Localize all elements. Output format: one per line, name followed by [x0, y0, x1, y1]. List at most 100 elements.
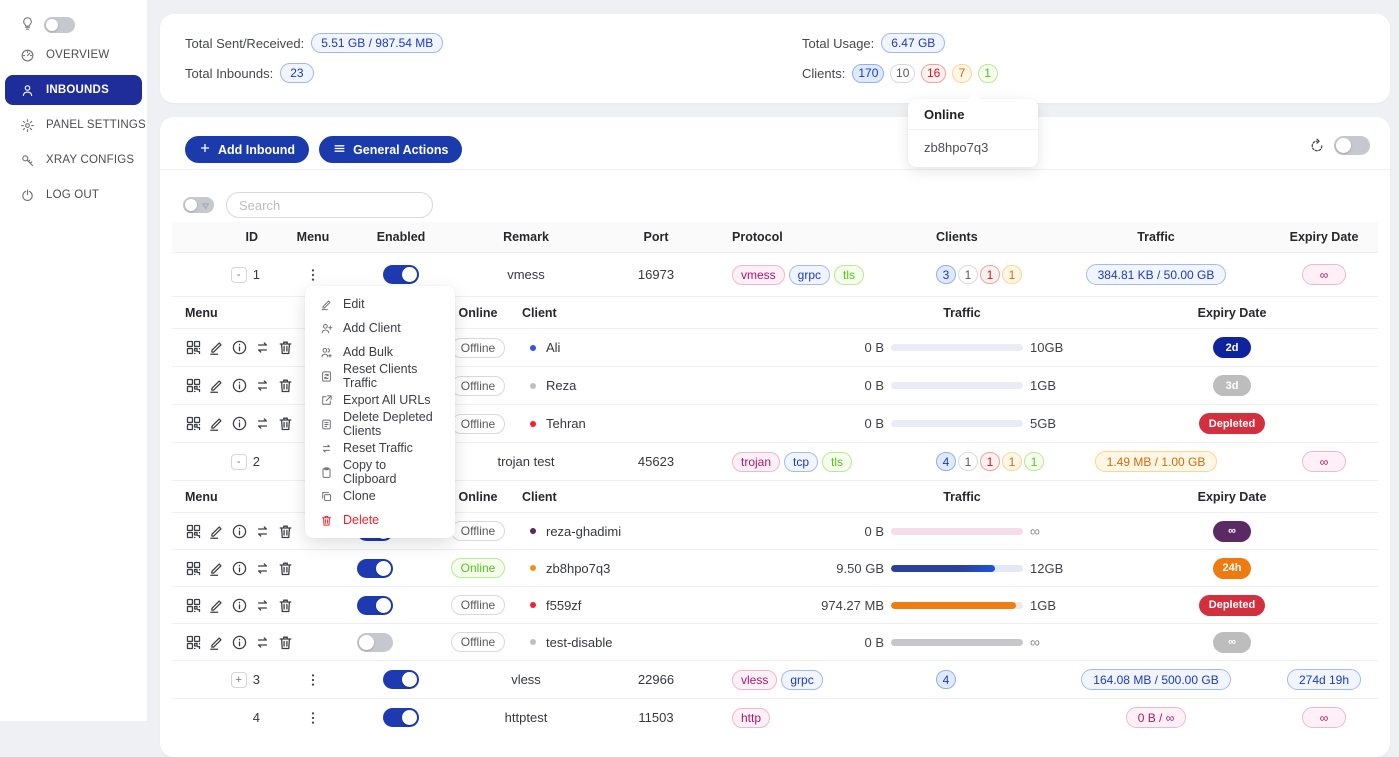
client-status-badge: Offline — [451, 338, 505, 358]
menu-item-export-all-urls[interactable]: Export All URLs — [305, 388, 455, 412]
auto-refresh-toggle[interactable] — [1334, 136, 1370, 155]
client-swap-button[interactable] — [254, 377, 271, 394]
client-qrcode-button[interactable] — [185, 415, 202, 432]
client-qrcode-button[interactable] — [185, 339, 202, 356]
client-count-badge[interactable]: 4 — [936, 670, 956, 689]
client-trash-button[interactable] — [277, 415, 294, 432]
menu-item-edit[interactable]: Edit — [305, 292, 455, 316]
client-qrcode-button[interactable] — [185, 597, 202, 614]
trash-icon — [277, 634, 294, 651]
enabled-toggle[interactable] — [357, 596, 393, 615]
menu-item-clone[interactable]: Clone — [305, 484, 455, 508]
client-color-dot — [530, 528, 536, 534]
client-count-badge[interactable]: 1 — [978, 64, 998, 83]
swap-icon — [254, 339, 271, 356]
menu-item-add-bulk[interactable]: Add Bulk — [305, 340, 455, 364]
client-swap-button[interactable] — [254, 560, 271, 577]
client-count-badge[interactable]: 10 — [890, 64, 915, 83]
dark-mode-toggle[interactable] — [44, 17, 75, 33]
sidebar-item-xray-configs[interactable]: XRAY CONFIGS — [0, 145, 147, 175]
enabled-toggle[interactable] — [357, 633, 393, 652]
dots-icon — [305, 710, 321, 726]
client-swap-button[interactable] — [254, 634, 271, 651]
client-info-button[interactable] — [231, 339, 248, 356]
client-count-badge[interactable]: 7 — [952, 64, 972, 83]
enabled-toggle[interactable] — [357, 559, 393, 578]
client-count-badge[interactable]: 1 — [958, 452, 978, 471]
client-swap-button[interactable] — [254, 523, 271, 540]
client-count-badge[interactable]: 1 — [1024, 452, 1044, 471]
client-pencil-button[interactable] — [208, 339, 225, 356]
menu-item-copy-to-clipboard[interactable]: Copy to Clipboard — [305, 460, 455, 484]
client-count-badge[interactable]: 4 — [936, 452, 956, 471]
client-swap-button[interactable] — [254, 415, 271, 432]
expand-toggle-button[interactable]: - — [231, 454, 247, 470]
client-swap-button[interactable] — [254, 339, 271, 356]
client-color-dot — [530, 602, 536, 608]
inbound-menu-button[interactable] — [305, 267, 321, 283]
expand-toggle-button[interactable]: + — [231, 672, 247, 688]
client-qrcode-button[interactable] — [185, 560, 202, 577]
protocol-tag: tls — [822, 452, 852, 472]
client-count-badge[interactable]: 1 — [980, 452, 1000, 471]
client-info-button[interactable] — [231, 377, 248, 394]
client-count-badge[interactable]: 16 — [921, 64, 946, 83]
client-info-button[interactable] — [231, 415, 248, 432]
client-count-badge[interactable]: 1 — [980, 265, 1000, 284]
inbound-port: 22966 — [596, 672, 716, 687]
menu-item-delete[interactable]: Delete — [305, 508, 455, 532]
client-count-badge[interactable]: 1 — [1002, 452, 1022, 471]
enabled-toggle[interactable] — [383, 708, 419, 727]
client-pencil-button[interactable] — [208, 634, 225, 651]
client-pencil-button[interactable] — [208, 560, 225, 577]
client-trash-button[interactable] — [277, 560, 294, 577]
enabled-toggle[interactable] — [383, 265, 419, 284]
client-trash-button[interactable] — [277, 597, 294, 614]
client-count-badge[interactable]: 1 — [958, 265, 978, 284]
menu-item-add-client[interactable]: Add Client — [305, 316, 455, 340]
client-info-button[interactable] — [231, 634, 248, 651]
expand-toggle-button[interactable]: - — [231, 267, 247, 283]
key-icon — [20, 153, 35, 168]
client-pencil-button[interactable] — [208, 597, 225, 614]
client-count-badge[interactable]: 1 — [1002, 265, 1022, 284]
client-actions — [172, 377, 310, 394]
inbound-menu-button[interactable] — [305, 710, 321, 726]
client-info-button[interactable] — [231, 523, 248, 540]
client-swap-button[interactable] — [254, 597, 271, 614]
client-status-badge: Offline — [451, 632, 505, 652]
client-trash-button[interactable] — [277, 377, 294, 394]
sidebar-item-inbounds[interactable]: INBOUNDS — [5, 75, 142, 105]
client-qrcode-button[interactable] — [185, 377, 202, 394]
client-trash-button[interactable] — [277, 523, 294, 540]
client-qrcode-button[interactable] — [185, 523, 202, 540]
sidebar-item-panel-settings[interactable]: PANEL SETTINGS — [0, 110, 147, 140]
general-actions-button[interactable]: General Actions — [319, 136, 462, 163]
hamburger-icon — [333, 142, 346, 158]
filter-toggle[interactable] — [183, 197, 214, 213]
client-count-badge[interactable]: 3 — [936, 265, 956, 284]
inbound-menu-button[interactable] — [305, 672, 321, 688]
client-pencil-button[interactable] — [208, 415, 225, 432]
sidebar-item-log-out[interactable]: LOG OUT — [0, 180, 147, 210]
client-count-badge[interactable]: 170 — [852, 64, 884, 83]
search-input[interactable] — [226, 192, 433, 218]
delete-list-icon — [320, 418, 333, 431]
trash-icon — [277, 523, 294, 540]
client-info-button[interactable] — [231, 597, 248, 614]
client-status-badge: Offline — [451, 595, 505, 615]
client-name: Reza — [546, 378, 576, 393]
refresh-icon[interactable] — [1309, 138, 1325, 154]
client-pencil-button[interactable] — [208, 377, 225, 394]
enabled-toggle[interactable] — [383, 670, 419, 689]
client-qrcode-button[interactable] — [185, 634, 202, 651]
client-trash-button[interactable] — [277, 339, 294, 356]
client-trash-button[interactable] — [277, 634, 294, 651]
menu-item-reset-traffic[interactable]: Reset Traffic — [305, 436, 455, 460]
client-pencil-button[interactable] — [208, 523, 225, 540]
add-inbound-button[interactable]: Add Inbound — [185, 136, 309, 163]
client-info-button[interactable] — [231, 560, 248, 577]
menu-item-reset-clients-traffic[interactable]: Reset Clients Traffic — [305, 364, 455, 388]
sidebar-item-overview[interactable]: OVERVIEW — [0, 40, 147, 70]
menu-item-delete-depleted-clients[interactable]: Delete Depleted Clients — [305, 412, 455, 436]
